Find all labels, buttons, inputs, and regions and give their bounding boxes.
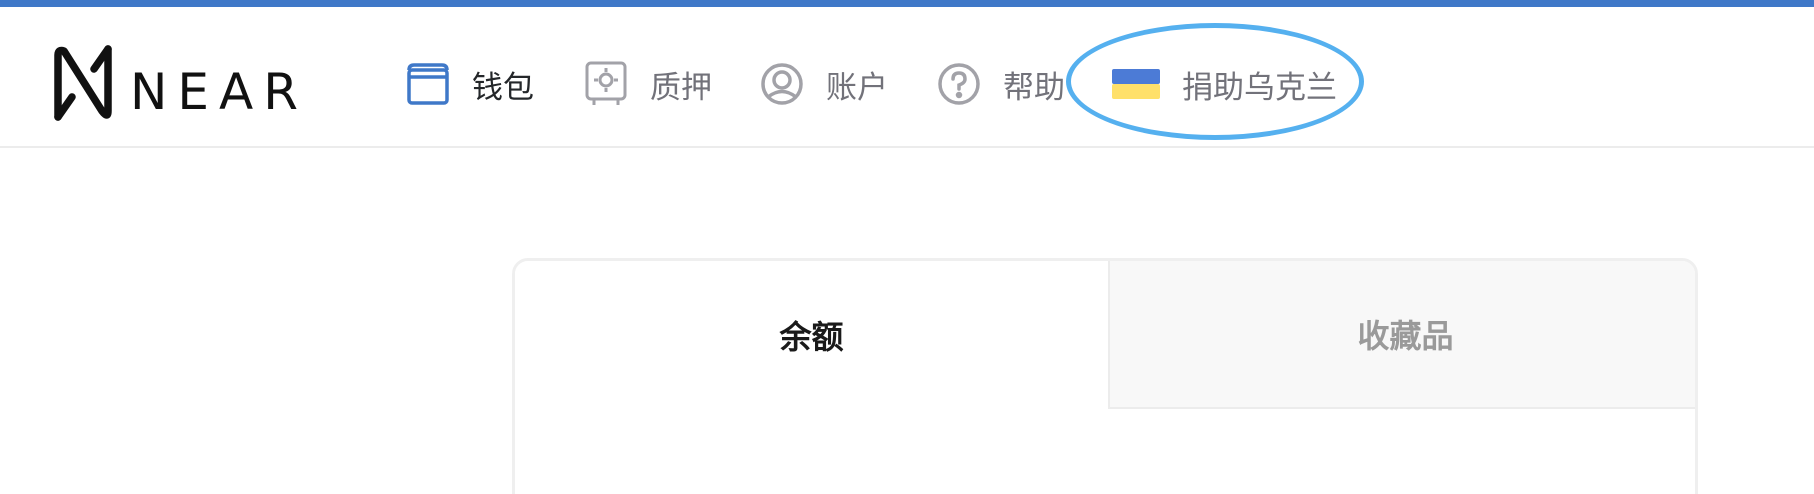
wallet-icon	[406, 62, 450, 106]
nav-wallet-label: 钱包	[472, 69, 534, 106]
help-icon	[937, 62, 981, 106]
nav-account[interactable]: 账户	[760, 47, 888, 121]
tab-balance[interactable]: 余额	[515, 261, 1108, 409]
page: NEAR 钱包 质押 账户 帮助 捐助乌克兰 余额 收藏品	[0, 0, 1814, 494]
near-wordmark: NEAR	[130, 63, 308, 121]
nav-help-label: 帮助	[1003, 69, 1065, 106]
nav-help[interactable]: 帮助	[937, 47, 1065, 121]
staking-icon	[584, 61, 628, 107]
ukraine-flag-icon	[1112, 69, 1160, 99]
nav-wallet[interactable]: 钱包	[406, 47, 534, 121]
top-accent-bar	[0, 0, 1814, 7]
assets-card: 余额 收藏品	[512, 258, 1698, 494]
header: NEAR 钱包 质押 账户 帮助 捐助乌克兰	[0, 7, 1814, 148]
nav-staking[interactable]: 质押	[584, 47, 712, 121]
account-icon	[760, 62, 804, 106]
nav-donate-ukraine-label: 捐助乌克兰	[1182, 69, 1337, 106]
nav-staking-label: 质押	[650, 69, 712, 106]
nav-donate-ukraine[interactable]: 捐助乌克兰	[1112, 47, 1337, 121]
nav-account-label: 账户	[826, 69, 888, 106]
near-logo[interactable]: NEAR	[54, 45, 324, 121]
tab-collectibles[interactable]: 收藏品	[1108, 261, 1695, 409]
near-mark-icon	[54, 45, 112, 121]
